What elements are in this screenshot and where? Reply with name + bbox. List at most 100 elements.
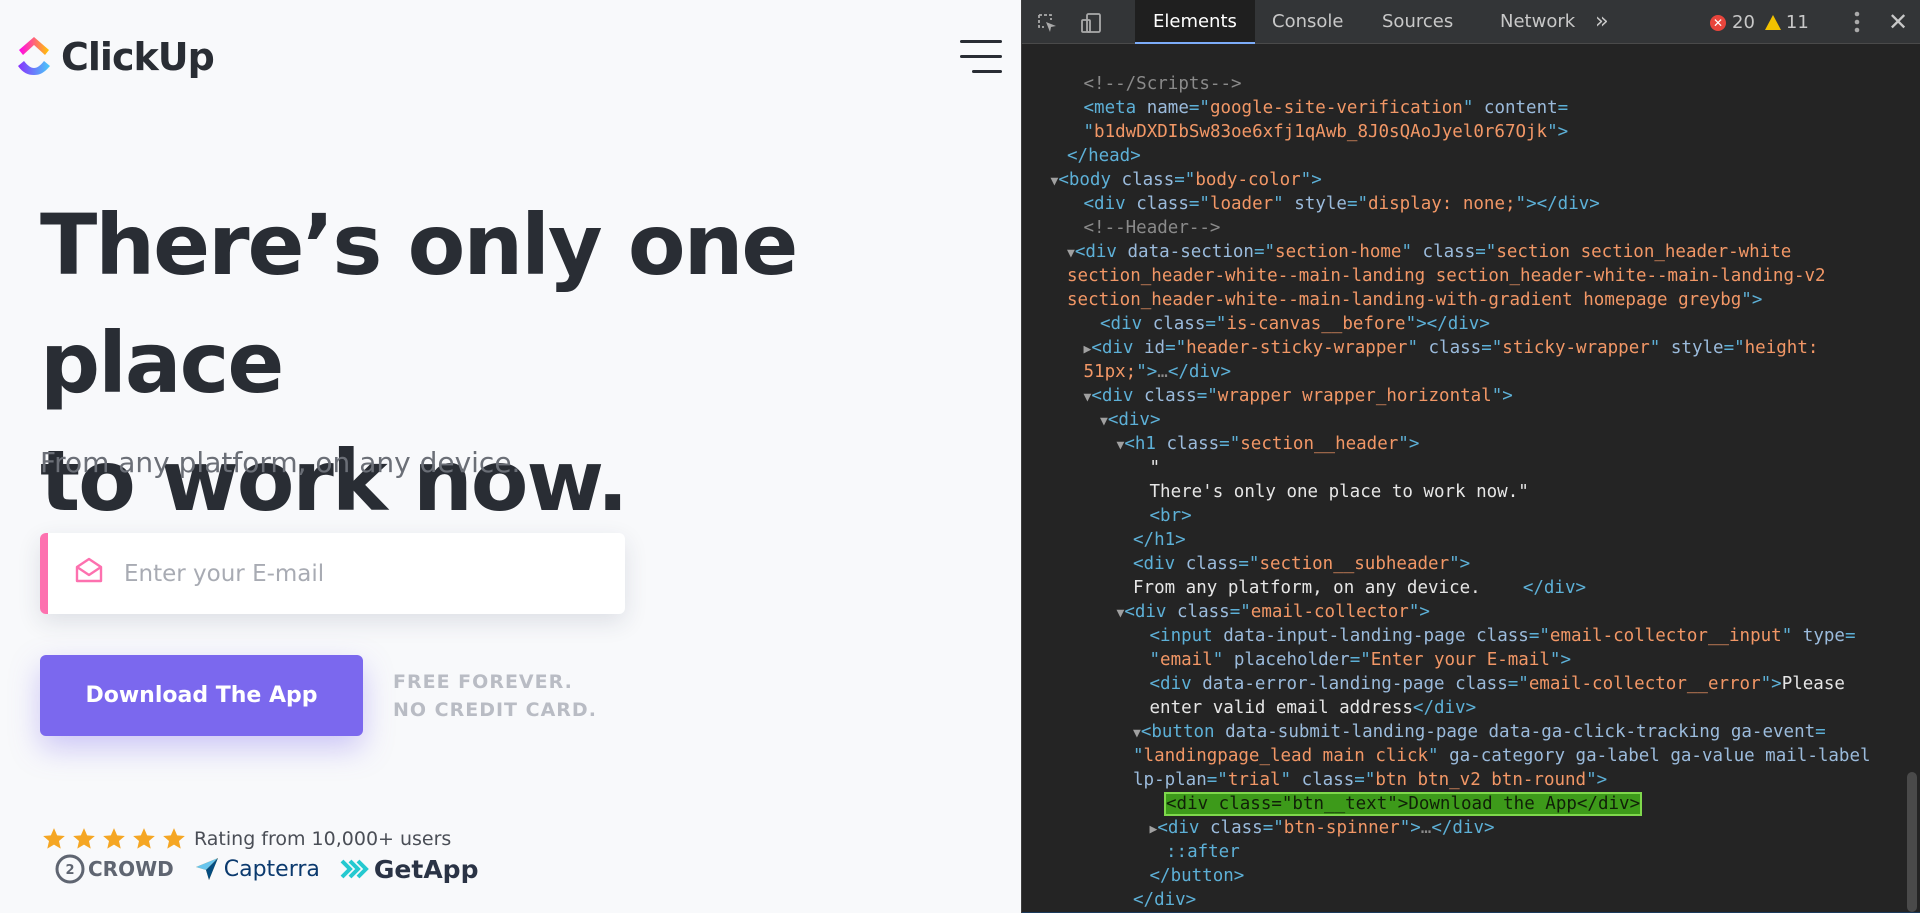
dom-line[interactable]: <meta name="google-site-verification" co… xyxy=(1022,96,1920,120)
more-tabs-icon[interactable]: » xyxy=(1595,0,1608,44)
dom-line[interactable] xyxy=(1022,48,1920,72)
dom-token: " xyxy=(1273,194,1295,214)
dom-line[interactable]: <div data-error-landing-page class="emai… xyxy=(1022,672,1920,696)
dom-line[interactable]: <input data-input-landing-page class="em… xyxy=(1022,624,1920,648)
dom-token: ga-category ga-label ga-value mail-label xyxy=(1449,746,1871,766)
headline-line-2: to work now. xyxy=(40,432,629,530)
dom-line[interactable]: section_header-white--main-landing-with-… xyxy=(1022,288,1920,312)
tab-network[interactable]: Network xyxy=(1482,0,1593,44)
clickup-logo[interactable]: ClickUp xyxy=(15,35,215,79)
dom-line[interactable]: </h1> xyxy=(1022,528,1920,552)
dom-token: There's only one place to work now." xyxy=(1149,482,1529,502)
dom-token: =" xyxy=(1723,338,1745,358)
dom-token: section__header xyxy=(1240,434,1399,454)
device-toggle-icon[interactable] xyxy=(1080,12,1102,34)
highlighted-node[interactable]: <div class="btn__text">Download the App<… xyxy=(1163,792,1643,816)
dom-token: data-error-landing-page xyxy=(1202,674,1456,694)
dom-line[interactable]: There's only one place to work now." xyxy=(1022,480,1920,504)
dom-line[interactable]: " xyxy=(1022,456,1920,480)
dom-token: "> xyxy=(1399,818,1421,838)
dom-token: <body xyxy=(1058,170,1122,190)
dom-token: section-home xyxy=(1275,242,1402,262)
dom-token: "> xyxy=(1549,650,1571,670)
devtools-panel: Elements Console Sources Network » ✕ 20 … xyxy=(1021,0,1920,913)
dom-line[interactable]: </head> xyxy=(1022,144,1920,168)
dom-line[interactable]: section_header-white--main-landing secti… xyxy=(1022,264,1920,288)
dom-token: btn-spinner xyxy=(1283,818,1400,838)
dom-token: google-site-verification xyxy=(1209,98,1463,118)
dom-token: ::after xyxy=(1166,842,1240,862)
dom-token: "> xyxy=(1408,602,1430,622)
download-app-button[interactable]: Download The App xyxy=(40,655,363,736)
dom-line[interactable]: </div> xyxy=(1022,888,1920,912)
svg-text:2: 2 xyxy=(65,863,74,878)
tab-elements[interactable]: Elements xyxy=(1135,0,1255,44)
dom-line[interactable]: ::after xyxy=(1022,840,1920,864)
star-icon xyxy=(73,828,95,849)
dom-line[interactable]: ▶<div class="btn-spinner">…</div> xyxy=(1022,816,1920,840)
dom-line[interactable]: lp-plan="trial" class="btn btn_v2 btn-ro… xyxy=(1022,768,1920,792)
error-icon: ✕ xyxy=(1710,14,1726,31)
dom-scrollbar[interactable] xyxy=(1907,772,1917,912)
dom-token: data-submit-landing-page data-ga-click-t… xyxy=(1225,722,1816,742)
dom-line[interactable]: ▼<div data-section="section-home" class=… xyxy=(1022,240,1920,264)
dom-token: header-sticky-wrapper xyxy=(1186,338,1408,358)
dom-token: </button> xyxy=(1149,866,1245,886)
getapp-badge[interactable]: GetApp xyxy=(340,855,478,884)
dom-token xyxy=(1084,50,1558,70)
dom-token: =" xyxy=(1475,242,1497,262)
issue-counters[interactable]: ✕ 20 11 xyxy=(1710,12,1809,33)
dom-line[interactable]: <div class="section__subheader"> xyxy=(1022,552,1920,576)
dom-token: =" xyxy=(1262,818,1284,838)
dom-line[interactable]: ▼<div> xyxy=(1022,408,1920,432)
dom-line[interactable]: ▼<button data-submit-landing-page data-g… xyxy=(1022,720,1920,744)
dom-token: <div xyxy=(1083,194,1137,214)
dom-line[interactable]: ▶<div id="header-sticky-wrapper" class="… xyxy=(1022,336,1920,360)
dom-line[interactable]: <div class="btn__text">Download the App<… xyxy=(1022,792,1920,816)
email-input[interactable] xyxy=(124,533,604,614)
dom-line[interactable]: <div class="is-canvas__before"></div> xyxy=(1022,312,1920,336)
elements-dom-tree: <!--/Scripts--> <meta name="google-site-v… xyxy=(1022,48,1920,913)
dom-token: Please xyxy=(1781,674,1845,694)
g2-badge[interactable]: 2 CROWD xyxy=(54,853,174,885)
dom-token: section section_header-white xyxy=(1496,242,1792,262)
dom-line[interactable]: From any platform, on any device. </div> xyxy=(1022,576,1920,600)
dom-line[interactable]: "landingpage_lead main click" ga-categor… xyxy=(1022,744,1920,768)
dom-token: <h1 xyxy=(1124,434,1167,454)
dom-line[interactable]: ▼<div class="wrapper wrapper_horizontal"… xyxy=(1022,384,1920,408)
dom-token: class xyxy=(1422,242,1476,262)
dom-token: "> xyxy=(1300,170,1322,190)
dom-token: class xyxy=(1476,626,1529,646)
dom-line[interactable]: "email" placeholder="Enter your E-mail"> xyxy=(1022,648,1920,672)
tab-sources[interactable]: Sources xyxy=(1364,0,1471,44)
dom-line[interactable]: <!--/Scripts--> xyxy=(1022,72,1920,96)
dom-token: name xyxy=(1146,98,1189,118)
dom-token: "> xyxy=(1398,434,1420,454)
capterra-label: Capterra xyxy=(223,856,320,882)
dom-token: "> xyxy=(1449,554,1471,574)
hamburger-menu-icon[interactable] xyxy=(960,38,1002,76)
dom-token: data-section xyxy=(1127,242,1254,262)
dom-line[interactable]: <div class="loader" style="display: none… xyxy=(1022,192,1920,216)
dom-token: <div xyxy=(1133,554,1186,574)
envelope-icon xyxy=(75,557,103,583)
collapse-triangle-icon[interactable]: ▼ xyxy=(1100,414,1108,429)
dom-token: "></div> xyxy=(1515,194,1600,214)
dom-line[interactable]: 51px;">…</div> xyxy=(1022,360,1920,384)
dom-line[interactable]: ▼<div class="email-collector"> xyxy=(1022,600,1920,624)
dom-line[interactable]: enter valid email address</div> xyxy=(1022,696,1920,720)
dom-line[interactable]: ▼<body class="body-color"> xyxy=(1022,168,1920,192)
dom-line[interactable]: <!--Header--> xyxy=(1022,216,1920,240)
collapse-triangle-icon[interactable]: ▼ xyxy=(1133,726,1141,741)
dom-token: class xyxy=(1152,314,1206,334)
dom-line[interactable]: "b1dwDXDIbSw83oe6xfj1qAwb_8J0sQAoJyel0r6… xyxy=(1022,120,1920,144)
dom-line[interactable]: </button> xyxy=(1022,864,1920,888)
dom-line[interactable]: ▼<h1 class="section__header"> xyxy=(1022,432,1920,456)
capterra-badge[interactable]: Capterra xyxy=(194,856,320,882)
inspect-icon[interactable] xyxy=(1036,12,1058,34)
tab-console[interactable]: Console xyxy=(1254,0,1361,44)
collapse-triangle-icon[interactable]: ▼ xyxy=(1067,246,1075,261)
dom-line[interactable]: <br> xyxy=(1022,504,1920,528)
kebab-menu-icon[interactable] xyxy=(1847,9,1867,35)
close-icon[interactable]: ✕ xyxy=(1888,8,1908,36)
